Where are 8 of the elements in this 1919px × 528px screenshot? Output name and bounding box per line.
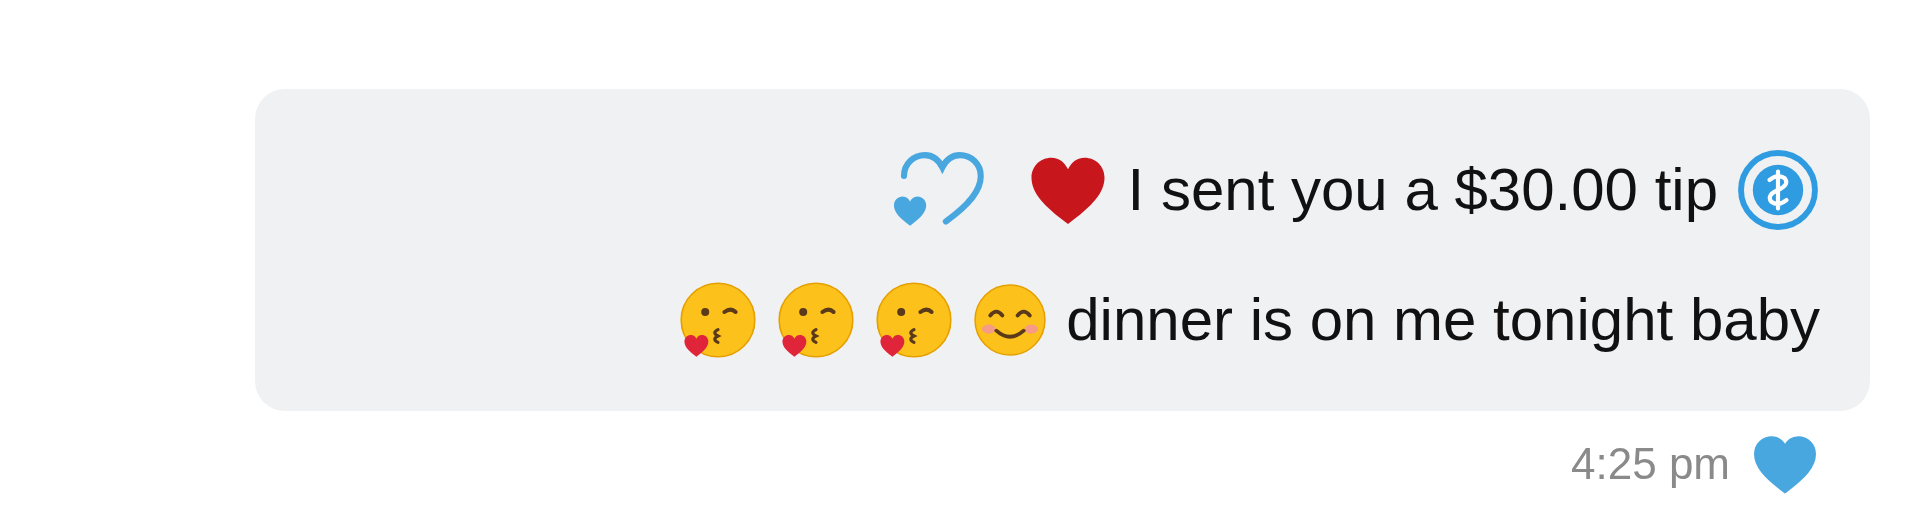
message-text: dinner is on me tonight baby <box>1066 287 1820 353</box>
timestamp: 4:25 pm <box>1571 438 1730 490</box>
kissing-face-icon <box>776 280 857 360</box>
smiling-face-icon <box>972 282 1049 358</box>
tip-text: I sent you a $30.00 tip <box>1127 157 1718 223</box>
kissing-face-icon <box>874 280 955 360</box>
dollar-icon <box>1736 148 1820 232</box>
kissing-face-icon <box>678 280 759 360</box>
